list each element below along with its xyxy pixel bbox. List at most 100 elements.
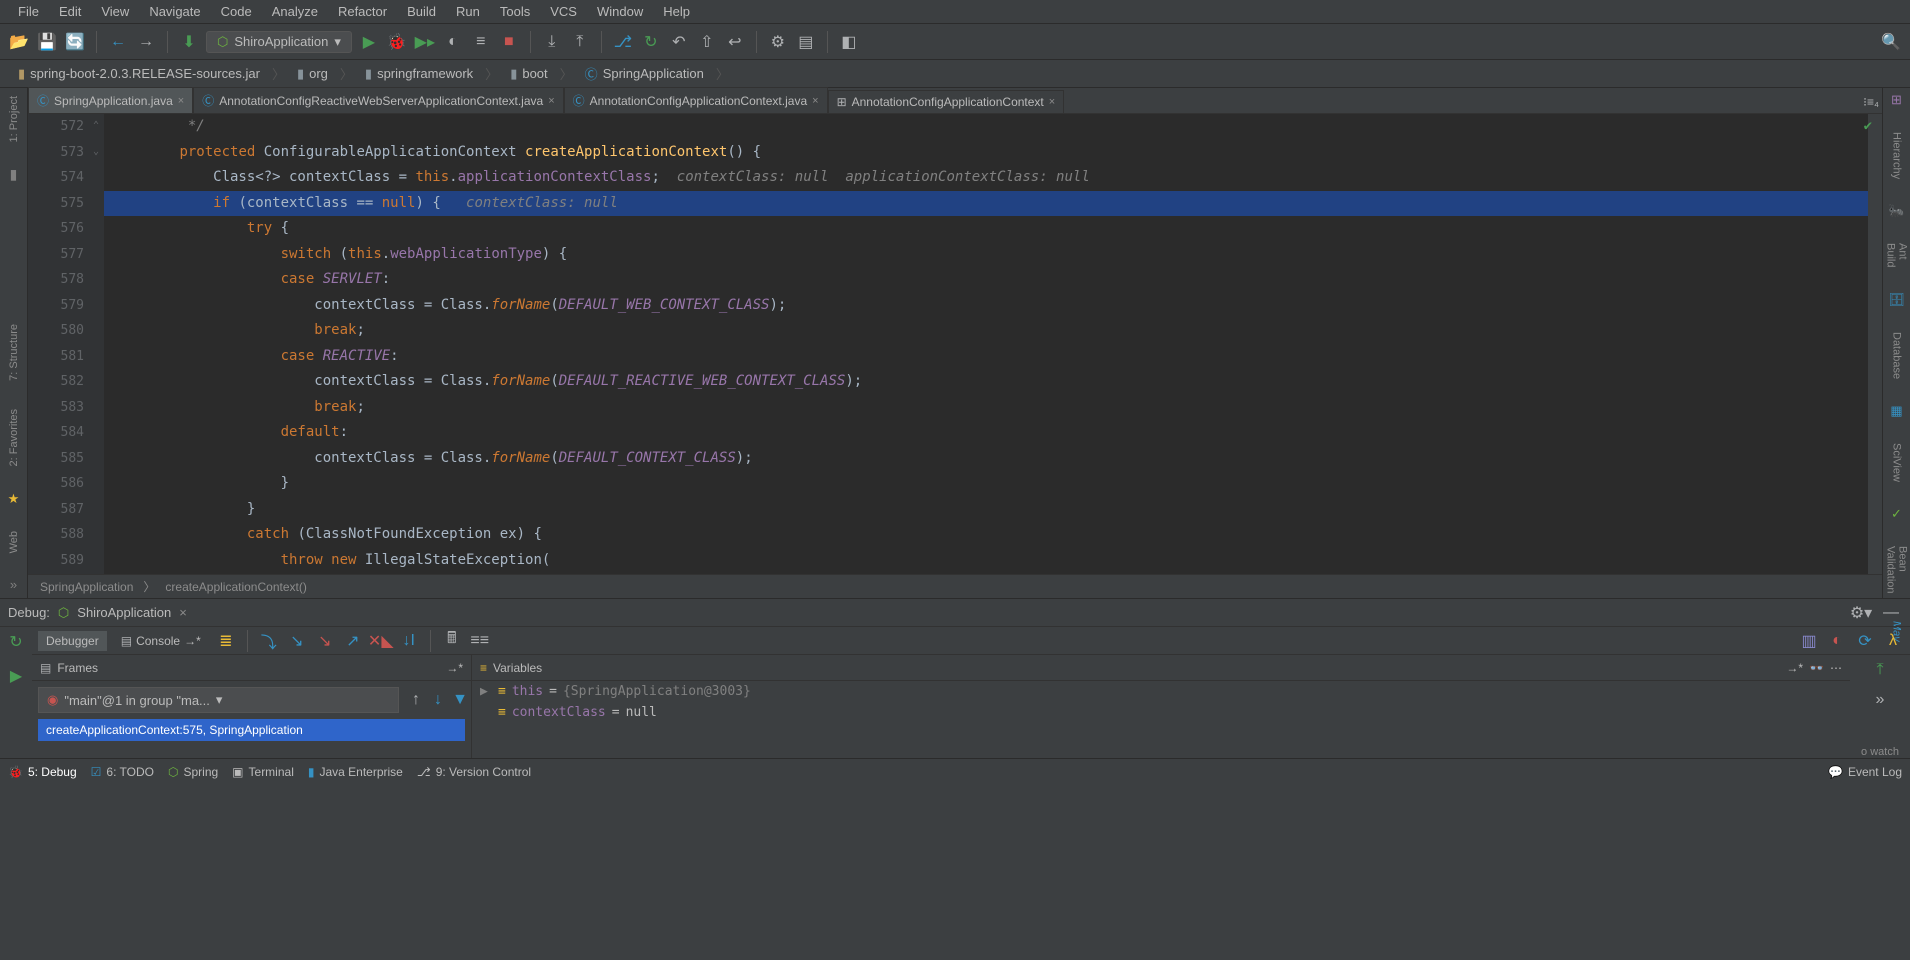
sciview-icon[interactable]: ▦ (1890, 403, 1902, 419)
status-spring[interactable]: ⬡ Spring (168, 765, 218, 779)
fold-down-icon[interactable]: ⌄ (90, 146, 102, 158)
update-icon[interactable]: ⤓ (541, 31, 563, 53)
next-frame-icon[interactable]: ↓ (427, 689, 449, 711)
left-rail-web[interactable]: Web (8, 527, 20, 557)
left-rail-icon[interactable]: ▮ (10, 166, 18, 183)
push-icon[interactable]: ⇧ (696, 31, 718, 53)
stop-icon[interactable]: ■ (498, 31, 520, 53)
menu-navigate[interactable]: Navigate (139, 2, 210, 21)
open-icon[interactable]: 📂 (8, 31, 30, 53)
back-icon[interactable]: ← (107, 31, 129, 53)
close-icon[interactable]: × (812, 95, 818, 107)
editor-scrollbar[interactable]: ✔ (1868, 114, 1882, 574)
attach-icon[interactable]: ≡ (470, 31, 492, 53)
menu-help[interactable]: Help (653, 2, 700, 21)
menu-refactor[interactable]: Refactor (328, 2, 397, 21)
options-icon[interactable]: ⋯ (1830, 661, 1842, 675)
forward-icon[interactable]: → (135, 31, 157, 53)
vcs-icon[interactable]: ⎇ (612, 31, 634, 53)
run-icon[interactable]: ▶ (358, 31, 380, 53)
status-event-log[interactable]: 💬 Event Log (1828, 765, 1902, 779)
filter-icon[interactable]: ▼ (449, 689, 471, 711)
expand-icon[interactable]: ▶ (480, 684, 492, 699)
step-out-icon[interactable]: ↗ (342, 630, 364, 652)
frame-row[interactable]: createApplicationContext:575, SpringAppl… (38, 719, 465, 741)
right-rail-sciview[interactable]: SciView (1891, 439, 1903, 486)
rerun-icon[interactable]: ↻ (5, 631, 27, 653)
pin-icon[interactable]: →* (1786, 661, 1803, 675)
prev-frame-icon[interactable]: ↑ (405, 689, 427, 711)
build-icon[interactable]: ⬇ (178, 31, 200, 53)
status-todo[interactable]: ☑ 6: TODO (91, 765, 154, 779)
menu-edit[interactable]: Edit (49, 2, 91, 21)
bean-icon[interactable]: ✓ (1891, 506, 1902, 522)
close-icon[interactable]: × (179, 605, 187, 620)
menu-view[interactable]: View (91, 2, 139, 21)
left-rail-structure[interactable]: 7: Structure (8, 320, 20, 385)
editor-body[interactable]: ⌃ ⌄ 572573574575576577578579580581582583… (28, 114, 1882, 574)
frames-icon[interactable]: ≣ (215, 630, 237, 652)
evaluate-icon[interactable]: 🖩 (441, 630, 463, 652)
breadcrumb-jar[interactable]: ▮ spring-boot-2.0.3.RELEASE-sources.jar (8, 64, 270, 84)
tab-annotation-reactive[interactable]: Ⓒ AnnotationConfigReactiveWebServerAppli… (193, 87, 563, 113)
profile-icon[interactable]: ◐ (442, 31, 464, 53)
gutter[interactable]: ⌃ ⌄ 572573574575576577578579580581582583… (28, 114, 104, 574)
sync-icon[interactable]: 🔄 (64, 31, 86, 53)
editor-footer-method[interactable]: createApplicationContext() (165, 580, 306, 594)
tab-spring-application[interactable]: Ⓒ SpringApplication.java × (28, 87, 193, 113)
editor-footer-class[interactable]: SpringApplication (40, 580, 133, 594)
database-icon[interactable]: 🗄 (1888, 292, 1905, 308)
right-rail-icon[interactable]: ⊞ (1891, 92, 1902, 108)
step-into-icon[interactable]: ↘ (286, 630, 308, 652)
watch-icon[interactable]: 👓 (1809, 661, 1824, 675)
right-rail-hierarchy[interactable]: Hierarchy (1891, 128, 1903, 183)
status-vcs[interactable]: ⎇ 9: Version Control (417, 765, 531, 779)
coverage-icon[interactable]: ▶▸ (414, 31, 436, 53)
overhead-icon[interactable]: ◐ (1826, 630, 1848, 652)
breadcrumb-org[interactable]: ▮ org (287, 64, 338, 84)
thread-selector[interactable]: ◉ "main"@1 in group "ma... ▾ (38, 687, 399, 713)
left-rail-favorites[interactable]: 2: Favorites (8, 405, 20, 470)
settings-icon[interactable]: ⚙ (767, 31, 789, 53)
undo-icon[interactable]: ↩ (724, 31, 746, 53)
close-icon[interactable]: × (1049, 96, 1055, 108)
step-over-icon[interactable]: ⤵ (258, 630, 280, 652)
restore-icon[interactable]: ⤒ (1869, 659, 1891, 681)
console-tab[interactable]: ▤ Console →* (113, 631, 209, 651)
menu-run[interactable]: Run (446, 2, 490, 21)
status-debug[interactable]: 🐞 5: Debug (8, 765, 77, 779)
menu-build[interactable]: Build (397, 2, 446, 21)
menu-tools[interactable]: Tools (490, 2, 540, 21)
breadcrumb-springframework[interactable]: ▮ springframework (355, 64, 483, 84)
menu-analyze[interactable]: Analyze (262, 2, 328, 21)
memory-icon[interactable]: ▥ (1798, 630, 1820, 652)
minimize-icon[interactable]: — (1880, 602, 1902, 624)
fold-up-icon[interactable]: ⌃ (90, 120, 102, 132)
more-icon[interactable]: » (1869, 689, 1891, 711)
force-step-into-icon[interactable]: ↘ (314, 630, 336, 652)
menu-file[interactable]: File (8, 2, 49, 21)
breadcrumb-boot[interactable]: ▮ boot (500, 64, 557, 84)
variable-row[interactable]: ≡ contextClass = null (472, 702, 1850, 723)
commit-icon[interactable]: ⤒ (569, 31, 591, 53)
ant-icon[interactable]: 🐜 (1888, 203, 1904, 219)
tab-annotation-hierarchy[interactable]: ⊞ AnnotationConfigApplicationContext × (828, 90, 1065, 113)
menu-window[interactable]: Window (587, 2, 653, 21)
right-rail-ant[interactable]: Ant Build (1885, 239, 1909, 271)
status-javaee[interactable]: ▮ Java Enterprise (308, 765, 403, 779)
dump-icon[interactable]: λ (1882, 630, 1904, 652)
tab-options-icon[interactable]: ⁝≡₄ (1860, 91, 1882, 113)
close-icon[interactable]: × (178, 95, 184, 107)
expand-icon[interactable]: » (10, 577, 17, 598)
search-icon[interactable]: 🔍 (1880, 31, 1902, 53)
tab-annotation-context[interactable]: Ⓒ AnnotationConfigApplicationContext.jav… (564, 87, 828, 113)
left-rail-project[interactable]: 1: Project (8, 92, 20, 146)
right-rail-database[interactable]: Database (1891, 328, 1903, 383)
structure-icon[interactable]: ▤ (795, 31, 817, 53)
breadcrumb-class[interactable]: Ⓒ SpringApplication (575, 62, 714, 85)
right-rail-bean[interactable]: Bean Validation (1885, 542, 1909, 598)
code-area[interactable]: ✔ */ protected ConfigurableApplicationCo… (104, 114, 1882, 574)
trace-icon[interactable]: ≡≡ (469, 630, 491, 652)
menu-vcs[interactable]: VCS (540, 2, 587, 21)
save-icon[interactable]: 💾 (36, 31, 58, 53)
